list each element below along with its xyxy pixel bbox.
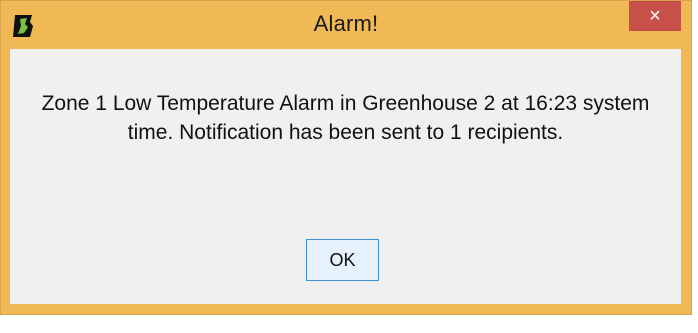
alarm-dialog-window: Alarm! × Zone 1 Low Temperature Alarm in…	[0, 0, 692, 315]
ok-button[interactable]: OK	[306, 239, 379, 281]
dialog-content: Zone 1 Low Temperature Alarm in Greenhou…	[10, 49, 681, 304]
close-button[interactable]: ×	[629, 1, 681, 31]
close-icon: ×	[649, 5, 661, 27]
alarm-message: Zone 1 Low Temperature Alarm in Greenhou…	[41, 92, 650, 144]
window-title: Alarm!	[313, 11, 379, 36]
title-bar[interactable]: Alarm! ×	[1, 1, 691, 49]
